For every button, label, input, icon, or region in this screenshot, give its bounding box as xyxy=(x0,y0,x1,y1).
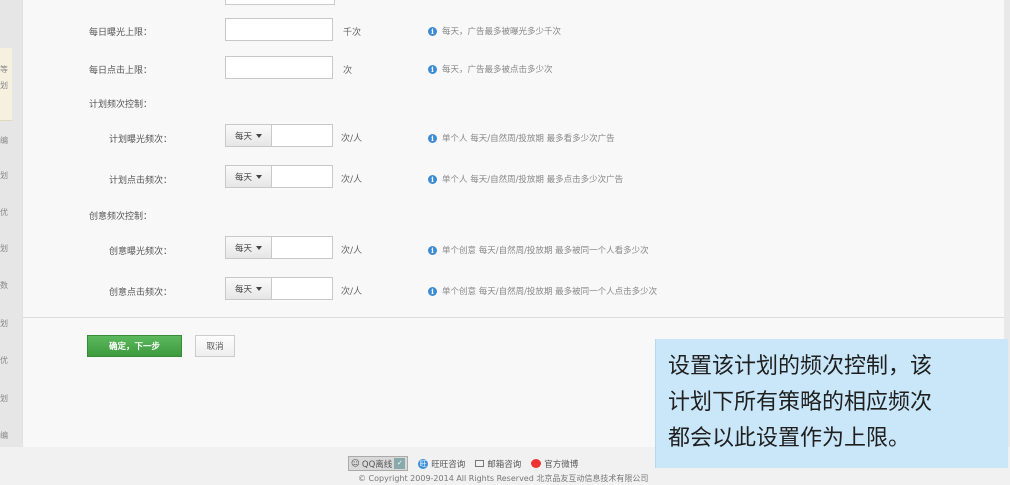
form-divider xyxy=(23,317,1004,318)
daily-clicks-unit: 次 xyxy=(343,66,353,76)
wangwang-link[interactable]: 旺 旺旺咨询 xyxy=(418,458,465,470)
plan-impression-frequency-unit: 次/人 xyxy=(341,134,363,144)
tooltip-line: 设置该计划的频次控制，该 xyxy=(668,354,933,379)
creative-impression-frequency-hint: i 单个创意 每天/自然周/投放期 最多被同一个人看多少次 xyxy=(428,244,649,256)
hint-text: 单个创意 每天/自然周/投放期 最多被同一个人点击多少次 xyxy=(442,287,658,297)
background-peek-text: 优 xyxy=(0,356,8,365)
mail-icon xyxy=(475,460,485,467)
wangwang-label: 旺旺咨询 xyxy=(431,459,466,470)
creative-click-period-select[interactable]: 每天 xyxy=(225,277,271,300)
previous-field-stub xyxy=(225,0,335,5)
daily-clicks-hint: i 每天，广告最多被点击多少次 xyxy=(428,63,553,75)
plan-frequency-section-title: 计划频次控制： xyxy=(89,100,153,110)
daily-impressions-input[interactable] xyxy=(225,18,333,41)
copyright-text: © Copyright 2009-2014 All Rights Reserve… xyxy=(358,474,649,483)
hint-text: 单个人 每天/自然周/投放期 最多看多少次广告 xyxy=(442,134,615,144)
caret-down-icon xyxy=(256,133,262,138)
mail-label: 邮箱咨询 xyxy=(487,459,522,470)
period-value: 每天 xyxy=(234,131,252,142)
creative-click-frequency-hint: i 单个创意 每天/自然周/投放期 最多被同一个人点击多少次 xyxy=(428,285,657,297)
creative-click-frequency-unit: 次/人 xyxy=(341,287,363,297)
check-icon: ✓ xyxy=(394,458,406,469)
info-icon: i xyxy=(428,133,437,143)
plan-click-frequency-input[interactable] xyxy=(271,165,333,188)
creative-frequency-section-title: 创意频次控制： xyxy=(89,212,153,222)
confirm-next-button[interactable]: 确定，下一步 xyxy=(87,335,182,357)
tooltip-line: 计划下所有策略的相应频次 xyxy=(668,390,933,415)
daily-clicks-input[interactable] xyxy=(225,56,333,79)
info-icon: i xyxy=(428,286,437,296)
info-icon: i xyxy=(428,245,437,255)
plan-click-frequency-label: 计划点击频次： xyxy=(109,176,173,186)
period-value: 每天 xyxy=(234,243,252,254)
hint-text: 单个人 每天/自然周/投放期 最多点击多少次广告 xyxy=(442,175,624,185)
background-peek-text: 划 xyxy=(0,319,8,328)
caret-down-icon xyxy=(256,245,262,250)
plan-click-frequency-hint: i 单个人 每天/自然周/投放期 最多点击多少次广告 xyxy=(428,173,623,185)
wangwang-icon: 旺 xyxy=(418,458,429,469)
creative-click-frequency-input[interactable] xyxy=(271,277,333,300)
plan-impression-frequency-input[interactable] xyxy=(271,124,333,147)
period-value: 每天 xyxy=(234,172,252,183)
hint-text: 每天，广告最多被曝光多少千次 xyxy=(442,27,562,37)
creative-impression-period-select[interactable]: 每天 xyxy=(225,236,271,259)
hint-text: 单个创意 每天/自然周/投放期 最多被同一个人看多少次 xyxy=(442,246,649,256)
creative-impression-frequency-control: 每天 xyxy=(225,236,333,259)
background-peek-text: 编 xyxy=(0,136,8,145)
period-value: 每天 xyxy=(234,284,252,295)
plan-click-frequency-unit: 次/人 xyxy=(341,175,363,185)
plan-impression-frequency-hint: i 单个人 每天/自然周/投放期 最多看多少次广告 xyxy=(428,132,615,144)
info-icon: i xyxy=(428,26,437,36)
background-peek-text: 划 xyxy=(0,244,8,253)
background-page-left: 等 划 编 划 优 划 数 划 优 划 编 xyxy=(0,0,22,450)
plan-click-frequency-control: 每天 xyxy=(225,165,333,188)
daily-impressions-label: 每日曝光上限： xyxy=(89,28,153,38)
background-peek-text: 划 xyxy=(0,81,8,90)
qq-status-button[interactable]: ☺ QQ离线 ✓ xyxy=(348,456,409,471)
caret-down-icon xyxy=(256,174,262,179)
creative-click-frequency-control: 每天 xyxy=(225,277,333,300)
caret-down-icon xyxy=(256,286,262,291)
tooltip-line: 都会以此设置作为上限。 xyxy=(668,426,911,451)
daily-clicks-label: 每日点击上限： xyxy=(89,66,153,76)
plan-impression-period-select[interactable]: 每天 xyxy=(225,124,271,147)
background-peek-text: 划 xyxy=(0,171,8,180)
plan-impression-frequency-label: 计划曝光频次： xyxy=(109,135,173,145)
background-peek-text: 划 xyxy=(0,394,8,403)
qq-status-label: QQ离线 xyxy=(361,459,393,470)
weibo-link[interactable]: 官方微博 xyxy=(531,458,578,470)
creative-impression-frequency-unit: 次/人 xyxy=(341,246,363,256)
footer-contact-links: ☺ QQ离线 ✓ 旺 旺旺咨询 邮箱咨询 官方微博 xyxy=(348,456,578,471)
weibo-icon xyxy=(531,459,542,468)
hint-text: 每天，广告最多被点击多少次 xyxy=(442,65,553,75)
creative-click-frequency-label: 创意点击频次： xyxy=(109,288,173,298)
background-peek-text: 优 xyxy=(0,208,8,217)
daily-impressions-hint: i 每天，广告最多被曝光多少千次 xyxy=(428,25,561,37)
daily-impressions-unit: 千次 xyxy=(343,28,362,38)
creative-impression-frequency-input[interactable] xyxy=(271,236,333,259)
plan-impression-frequency-control: 每天 xyxy=(225,124,333,147)
background-peek-text: 数 xyxy=(0,281,8,290)
weibo-label: 官方微博 xyxy=(544,459,579,470)
qq-icon: ☺ xyxy=(351,458,360,469)
background-peek-text: 编 xyxy=(0,431,8,440)
mail-link[interactable]: 邮箱咨询 xyxy=(475,458,521,470)
info-icon: i xyxy=(428,64,437,74)
plan-click-period-select[interactable]: 每天 xyxy=(225,165,271,188)
creative-impression-frequency-label: 创意曝光频次： xyxy=(109,247,173,257)
background-peek-text: 等 xyxy=(0,65,8,74)
cancel-button[interactable]: 取消 xyxy=(195,335,235,357)
info-icon: i xyxy=(428,174,437,184)
guide-tooltip: 设置该计划的频次控制，该 计划下所有策略的相应频次 都会以此设置作为上限。 xyxy=(655,339,1008,468)
